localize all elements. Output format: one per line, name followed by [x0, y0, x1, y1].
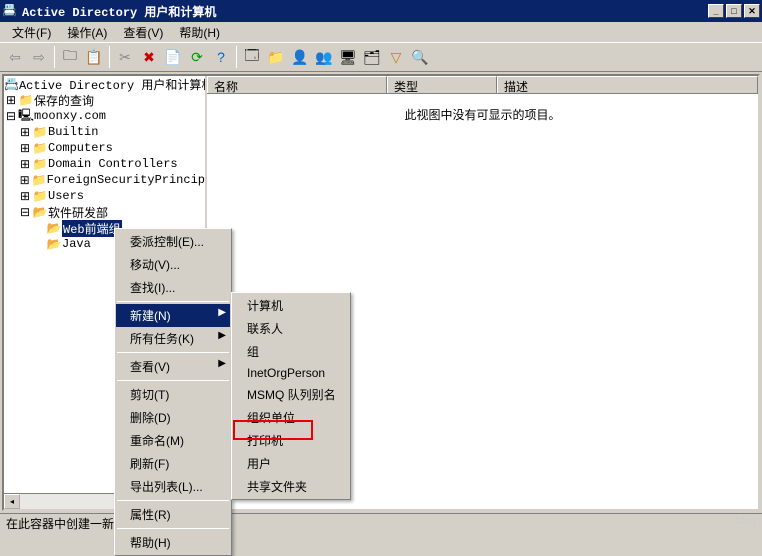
title-bar: 📇 Active Directory 用户和计算机 _ □ ✕: [0, 0, 762, 22]
refresh-icon[interactable]: ⟳: [186, 46, 208, 68]
tree-root[interactable]: 📇Active Directory 用户和计算机: [4, 76, 205, 92]
menu-help[interactable]: 帮助(H): [171, 22, 228, 43]
sm-printer[interactable]: 打印机: [233, 429, 349, 452]
cm-help[interactable]: 帮助(H): [116, 531, 230, 554]
sm-shared-folder[interactable]: 共享文件夹: [233, 475, 349, 498]
tree-builtin[interactable]: ⊞📁Builtin: [4, 124, 205, 140]
sm-computer[interactable]: 计算机: [233, 294, 349, 317]
cm-delete[interactable]: 删除(D): [116, 406, 230, 429]
up-button[interactable]: 🗀: [59, 46, 81, 68]
sm-msmq[interactable]: MSMQ 队列别名: [233, 383, 349, 406]
tool-icon-3[interactable]: 👤: [289, 46, 311, 68]
sm-ou[interactable]: 组织单位: [233, 406, 349, 429]
list-header: 名称 类型 描述: [207, 76, 758, 94]
cut-icon[interactable]: ✂: [114, 46, 136, 68]
tree-fsp[interactable]: ⊞📁ForeignSecurityPrincip: [4, 172, 205, 188]
tool-icon-2[interactable]: 📁: [265, 46, 287, 68]
col-desc[interactable]: 描述: [497, 76, 758, 93]
cm-delegate[interactable]: 委派控制(E)...: [116, 230, 230, 253]
cm-view[interactable]: 查看(V)▶: [116, 355, 230, 378]
col-name[interactable]: 名称: [207, 76, 387, 93]
menu-action[interactable]: 操作(A): [59, 22, 115, 43]
submenu-arrow-icon: ▶: [218, 330, 226, 341]
properties-icon[interactable]: 📄: [162, 46, 184, 68]
tree-domain-controllers[interactable]: ⊞📁Domain Controllers: [4, 156, 205, 172]
minimize-button[interactable]: _: [708, 4, 724, 18]
submenu-arrow-icon: ▶: [218, 358, 226, 369]
tree-users[interactable]: ⊞📁Users: [4, 188, 205, 204]
tree-saved-queries[interactable]: ⊞📁保存的查询: [4, 92, 205, 108]
cm-export[interactable]: 导出列表(L)...: [116, 475, 230, 498]
menu-bar: 文件(F) 操作(A) 查看(V) 帮助(H): [0, 22, 762, 42]
forward-button[interactable]: ⇨: [28, 46, 50, 68]
cm-refresh[interactable]: 刷新(F): [116, 452, 230, 475]
menu-view[interactable]: 查看(V): [115, 22, 171, 43]
sm-group[interactable]: 组: [233, 340, 349, 363]
window-buttons: _ □ ✕: [708, 4, 760, 18]
maximize-button[interactable]: □: [726, 4, 742, 18]
sm-user[interactable]: 用户: [233, 452, 349, 475]
app-icon: 📇: [2, 3, 18, 19]
back-button[interactable]: ⇦: [4, 46, 26, 68]
tool-icon-1[interactable]: 🗔: [241, 46, 263, 68]
new-submenu: 计算机 联系人 组 InetOrgPerson MSMQ 队列别名 组织单位 打…: [231, 292, 351, 500]
close-button[interactable]: ✕: [744, 4, 760, 18]
sm-inetorg[interactable]: InetOrgPerson: [233, 363, 349, 383]
tool-icon-5[interactable]: 🖥: [337, 46, 359, 68]
window-title: Active Directory 用户和计算机: [22, 3, 708, 20]
cm-find[interactable]: 查找(I)...: [116, 276, 230, 299]
cm-move[interactable]: 移动(V)...: [116, 253, 230, 276]
watermark: blog: [735, 515, 756, 527]
context-menu: 委派控制(E)... 移动(V)... 查找(I)... 新建(N)▶ 所有任务…: [114, 228, 232, 556]
tree-dev-dept[interactable]: ⊟📂软件研发部: [4, 204, 205, 220]
submenu-arrow-icon: ▶: [218, 307, 226, 318]
delete-icon[interactable]: ✖: [138, 46, 160, 68]
help-icon[interactable]: ?: [210, 46, 232, 68]
cm-cut[interactable]: 剪切(T): [116, 383, 230, 406]
cm-rename[interactable]: 重命名(M): [116, 429, 230, 452]
filter-icon[interactable]: ▽: [385, 46, 407, 68]
find-icon[interactable]: 🔍: [409, 46, 431, 68]
toolbar: ⇦ ⇨ 🗀 📋 ✂ ✖ 📄 ⟳ ? 🗔 📁 👤 👥 🖥 🗂 ▽ 🔍: [0, 42, 762, 72]
cm-properties[interactable]: 属性(R): [116, 503, 230, 526]
tool-icon-4[interactable]: 👥: [313, 46, 335, 68]
sm-contact[interactable]: 联系人: [233, 317, 349, 340]
scroll-left-icon[interactable]: ◂: [4, 494, 20, 509]
col-type[interactable]: 类型: [387, 76, 497, 93]
tree-computers[interactable]: ⊞📁Computers: [4, 140, 205, 156]
cm-new[interactable]: 新建(N)▶: [116, 304, 230, 327]
tree-domain[interactable]: ⊟🖳moonxy.com: [4, 108, 205, 124]
cm-all-tasks[interactable]: 所有任务(K)▶: [116, 327, 230, 350]
menu-file[interactable]: 文件(F): [4, 22, 59, 43]
tool-icon-6[interactable]: 🗂: [361, 46, 383, 68]
show-button[interactable]: 📋: [83, 46, 105, 68]
